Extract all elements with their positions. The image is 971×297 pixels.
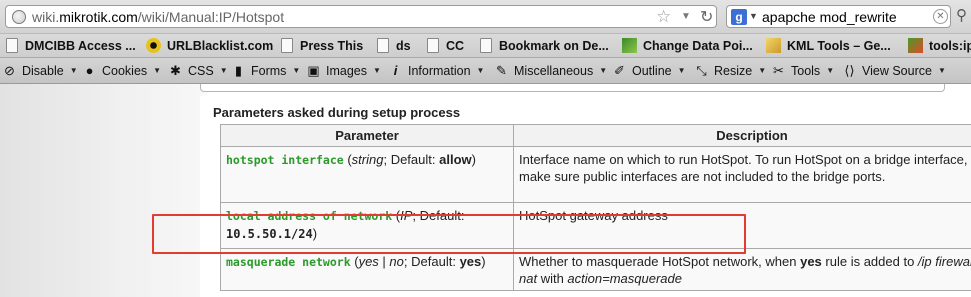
resize-icon: ⤡ <box>696 63 707 78</box>
image-icon: ▣ <box>307 63 320 78</box>
clipboard-icon: ▮ <box>234 63 243 78</box>
kml-icon <box>766 38 781 53</box>
default-label: Default: <box>411 254 456 269</box>
bookmark-item[interactable]: tools:ip <box>908 38 971 53</box>
information-menu[interactable]: i Information ▼ <box>388 63 485 78</box>
search-query[interactable]: apapche mod_rewrite <box>762 9 897 25</box>
code-icon: ⟨⟩ <box>844 63 855 78</box>
clear-search-icon[interactable]: ✕ <box>933 9 948 24</box>
table-row: hotspot interface (string; Default: allo… <box>220 146 971 203</box>
table-row: masquerade network (yes | no; Default: y… <box>220 248 971 291</box>
no-icon: ⊘ <box>4 63 15 78</box>
parameters-table: Parameter Description hotspot interface … <box>220 124 971 291</box>
address-bar[interactable]: wiki.mikrotik.com/wiki/Manual:IP/Hotspot… <box>5 5 717 28</box>
disable-menu[interactable]: ⊘ Disable ▼ <box>2 63 78 79</box>
info-icon: i <box>393 63 398 78</box>
parameter-name: hotspot interface <box>226 153 344 167</box>
outline-menu[interactable]: ✐ Outline ▼ <box>612 63 685 79</box>
css-menu[interactable]: ✱ CSS ▼ <box>168 63 228 79</box>
tools-icon: ✂ <box>773 63 784 78</box>
description-cell: Interface name on which to run HotSpot. … <box>513 146 971 203</box>
description-cell: Whether to masquerade HotSpot network, w… <box>513 248 971 291</box>
bookmark-item[interactable]: Bookmark on De... <box>480 38 609 53</box>
parameter-type: string <box>351 152 384 167</box>
page-icon <box>480 38 492 53</box>
search-engine-dropdown-icon[interactable]: ▼ <box>749 11 758 21</box>
default-value: allow <box>439 152 472 167</box>
parameter-type: yes <box>358 254 379 269</box>
default-value: yes <box>459 254 482 269</box>
section-title: Parameters asked during setup process <box>213 105 461 120</box>
url-text[interactable]: wiki.mikrotik.com/wiki/Manual:IP/Hotspot <box>32 9 284 25</box>
bookmark-star-icon[interactable]: ☆ <box>656 7 671 27</box>
bookmarks-bar: DMCIBB Access ... URLBlacklist.com Press… <box>0 33 971 57</box>
pencil-icon: ✐ <box>614 63 625 78</box>
web-developer-toolbar: ⊘ Disable ▼ ● Cookies ▼ ✱ CSS ▼ ▮ Forms ▼ ▣ Image… <box>0 57 971 84</box>
parameter-name: masquerade network <box>226 255 351 269</box>
type-separator: | <box>378 254 390 269</box>
parameter-cell: masquerade network (yes | no; Default: y… <box>220 248 514 291</box>
table-header-row: Parameter Description <box>220 124 971 147</box>
resize-menu[interactable]: ⤡ Resize ▼ <box>694 63 766 79</box>
page-icon <box>6 38 18 53</box>
bookmark-item[interactable]: Press This <box>281 38 363 53</box>
parameter-type: no <box>389 254 404 269</box>
tools-menu[interactable]: ✂ Tools ▼ <box>771 63 834 79</box>
radiation-icon <box>146 38 161 53</box>
bookmark-item[interactable]: ds <box>377 38 411 53</box>
page-icon <box>427 38 439 53</box>
bookmark-item[interactable]: DMCIBB Access ... <box>6 38 136 53</box>
page-background: Parameters asked during setup process Pa… <box>0 84 971 297</box>
search-bar[interactable]: g ▼ apapche mod_rewrite ✕ <box>726 5 951 28</box>
globe-icon <box>12 10 26 24</box>
view-source-menu[interactable]: ⟨⟩ View Source ▼ <box>842 63 945 79</box>
magnifier-icon[interactable]: ⚲ <box>956 6 967 24</box>
map-icon <box>622 38 637 53</box>
page-icon <box>281 38 293 53</box>
wand-icon: ✱ <box>170 63 181 78</box>
red-highlight-box <box>152 214 746 254</box>
reload-icon[interactable]: ↻ <box>700 7 713 27</box>
cookies-menu[interactable]: ● Cookies ▼ <box>82 63 162 78</box>
google-icon[interactable]: g <box>731 9 747 25</box>
person-icon: ● <box>85 63 94 78</box>
images-menu[interactable]: ▣ Images ▼ <box>306 63 381 79</box>
content-frame-top <box>200 84 945 92</box>
bookmark-item[interactable]: Change Data Poi... <box>622 38 753 53</box>
tools-icon <box>908 38 923 53</box>
history-dropdown-icon[interactable]: ▼ <box>681 11 691 22</box>
page-icon <box>377 38 389 53</box>
parameter-cell: hotspot interface (string; Default: allo… <box>220 146 514 203</box>
description-header: Description <box>513 124 971 147</box>
wrench-icon: ✎ <box>496 63 507 78</box>
parameter-header: Parameter <box>220 124 514 147</box>
bookmark-item[interactable]: KML Tools – Ge... <box>766 38 891 53</box>
forms-menu[interactable]: ▮ Forms ▼ <box>231 63 300 79</box>
bookmark-item[interactable]: URLBlacklist.com <box>146 38 273 53</box>
navigation-bar: wiki.mikrotik.com/wiki/Manual:IP/Hotspot… <box>0 0 971 33</box>
bookmark-item[interactable]: CC <box>427 38 464 53</box>
default-label: Default: <box>390 152 436 167</box>
miscellaneous-menu[interactable]: ✎ Miscellaneous ▼ <box>494 63 607 79</box>
